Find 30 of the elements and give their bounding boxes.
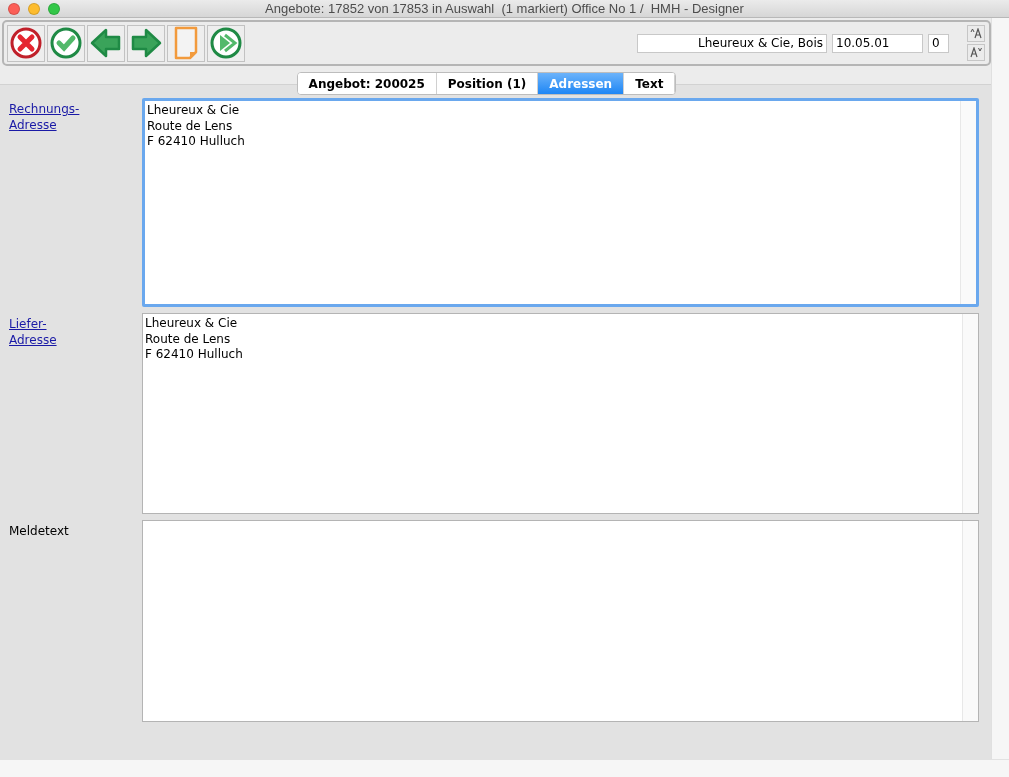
font-smaller-button[interactable] [967,44,985,62]
right-arrow-icon [130,28,162,59]
text-area[interactable]: Lheureux & Cie Route de Lens F 62410 Hulluch [142,98,979,308]
count-field[interactable]: 0 [928,33,949,53]
tab[interactable]: Angebot: 200025 [297,73,437,95]
cancel-button[interactable] [7,24,45,62]
field-label: Meldetext [9,523,70,540]
forward-button[interactable] [207,24,245,62]
next-button[interactable] [127,24,165,62]
address-link[interactable]: Liefer- [9,316,142,333]
blank-page-icon [173,26,199,61]
address-link[interactable]: Rechnungs- [9,101,142,118]
zoom-button[interactable] [48,2,60,15]
close-button[interactable] [8,2,20,15]
window-title: Angebote: 17852 von 17853 in Auswahl (1 markiert) Office No 1 / HMH - Designer [265,1,745,17]
cross-icon [10,27,42,60]
address-link[interactable]: Adresse [9,117,142,134]
text-area[interactable]: Lheureux & Cie Route de Lens F 62410 Hulluch [142,313,979,515]
checkmark-icon [50,27,82,60]
new-button[interactable] [167,24,205,62]
font-size-down-icon [970,47,982,59]
customer-field[interactable]: Lheureux & Cie, Bois [637,33,827,53]
date-field[interactable]: 10.05.01 [832,33,923,53]
address-link[interactable]: Adresse [9,332,142,349]
font-size-up-icon [970,28,982,40]
left-arrow-icon [90,28,122,59]
confirm-button[interactable] [47,24,85,62]
font-larger-button[interactable] [967,25,985,43]
previous-button[interactable] [87,24,125,62]
fast-forward-icon [210,27,242,60]
